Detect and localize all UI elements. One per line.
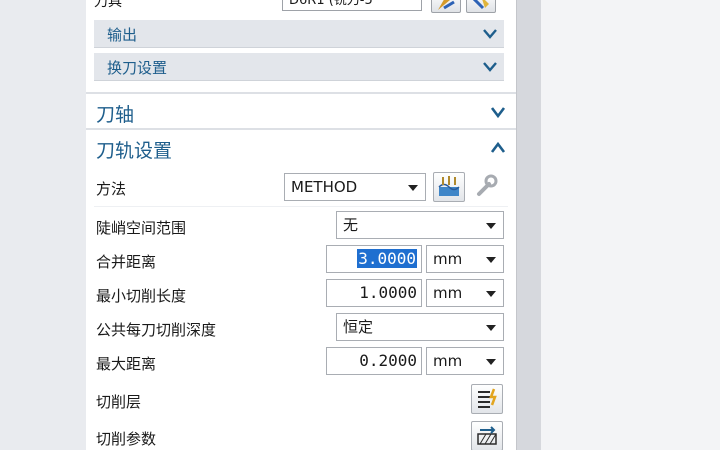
max-distance-input[interactable]: 0.2000 [326, 347, 422, 375]
chevron-down-icon[interactable] [482, 59, 498, 75]
method-select[interactable]: METHOD [284, 173, 426, 201]
max-distance-unit-value: mm [433, 352, 463, 370]
common-depth-label: 公共每刀切削深度 [96, 321, 217, 339]
dropdown-caret-icon [486, 325, 496, 331]
steep-range-label: 陡峭空间范围 [96, 219, 187, 237]
chevron-down-icon[interactable] [482, 26, 498, 42]
dropdown-caret-icon [486, 257, 496, 263]
dropdown-caret-icon [486, 359, 496, 365]
common-depth-value: 恒定 [343, 318, 374, 336]
subsection-output-title: 输出 [107, 26, 138, 44]
chevron-up-icon[interactable] [490, 140, 506, 156]
panel-scrollbar[interactable] [516, 0, 541, 450]
wrench-icon[interactable] [471, 172, 503, 202]
tool-combo[interactable]: D6R1 (铣刀-5 [282, 0, 422, 11]
cut-levels-label: 切削层 [96, 393, 142, 411]
section-tool-axis[interactable]: 刀轴 [86, 92, 516, 128]
merge-distance-input[interactable]: 3.0000 [326, 245, 422, 273]
section-tool-axis-title: 刀轴 [96, 104, 135, 126]
row-divider [94, 206, 508, 207]
merge-distance-unit-value: mm [433, 250, 463, 268]
cut-params-label: 切削参数 [96, 430, 157, 448]
common-depth-select[interactable]: 恒定 [336, 313, 504, 341]
merge-distance-unit[interactable]: mm [426, 245, 504, 273]
steep-range-select[interactable]: 无 [336, 211, 504, 239]
tool-row: 刀具 D6R1 (铣刀-5 [86, 0, 516, 14]
background-right [541, 0, 720, 450]
cut-params-icon[interactable] [471, 421, 503, 450]
merge-distance-value: 3.0000 [357, 249, 417, 268]
min-cut-length-input[interactable]: 1.0000 [326, 279, 422, 307]
method-label: 方法 [96, 180, 127, 198]
merge-distance-label: 合并距离 [96, 253, 157, 271]
method-display-icon[interactable] [433, 172, 465, 202]
section-path-settings[interactable]: 刀轨设置 [86, 128, 516, 164]
min-cut-length-unit-value: mm [433, 284, 463, 302]
section-path-settings-title: 刀轨设置 [96, 140, 173, 162]
method-value: METHOD [291, 178, 358, 196]
steep-range-value: 无 [343, 216, 359, 234]
background-left [0, 0, 86, 450]
dropdown-caret-icon [486, 223, 496, 229]
cut-levels-icon[interactable] [471, 384, 503, 414]
min-cut-length-label: 最小切削长度 [96, 287, 187, 305]
chevron-down-icon[interactable] [490, 104, 506, 120]
subsection-output[interactable]: 输出 [94, 20, 504, 48]
tool-label: 刀具 [94, 0, 122, 10]
max-distance-label: 最大距离 [96, 355, 157, 373]
cutter-select-icon[interactable] [431, 0, 461, 13]
dropdown-caret-icon [486, 291, 496, 297]
max-distance-unit[interactable]: mm [426, 347, 504, 375]
subsection-tool-change[interactable]: 换刀设置 [94, 53, 504, 81]
min-cut-length-unit[interactable]: mm [426, 279, 504, 307]
subsection-tool-change-title: 换刀设置 [107, 59, 168, 77]
cutter-edit-icon[interactable] [466, 0, 496, 13]
operation-dialog-panel: 刀具 D6R1 (铣刀-5 输出 换刀设置 刀轴 刀轨设置 方法 METHOD [86, 0, 516, 450]
dropdown-caret-icon [408, 185, 418, 191]
